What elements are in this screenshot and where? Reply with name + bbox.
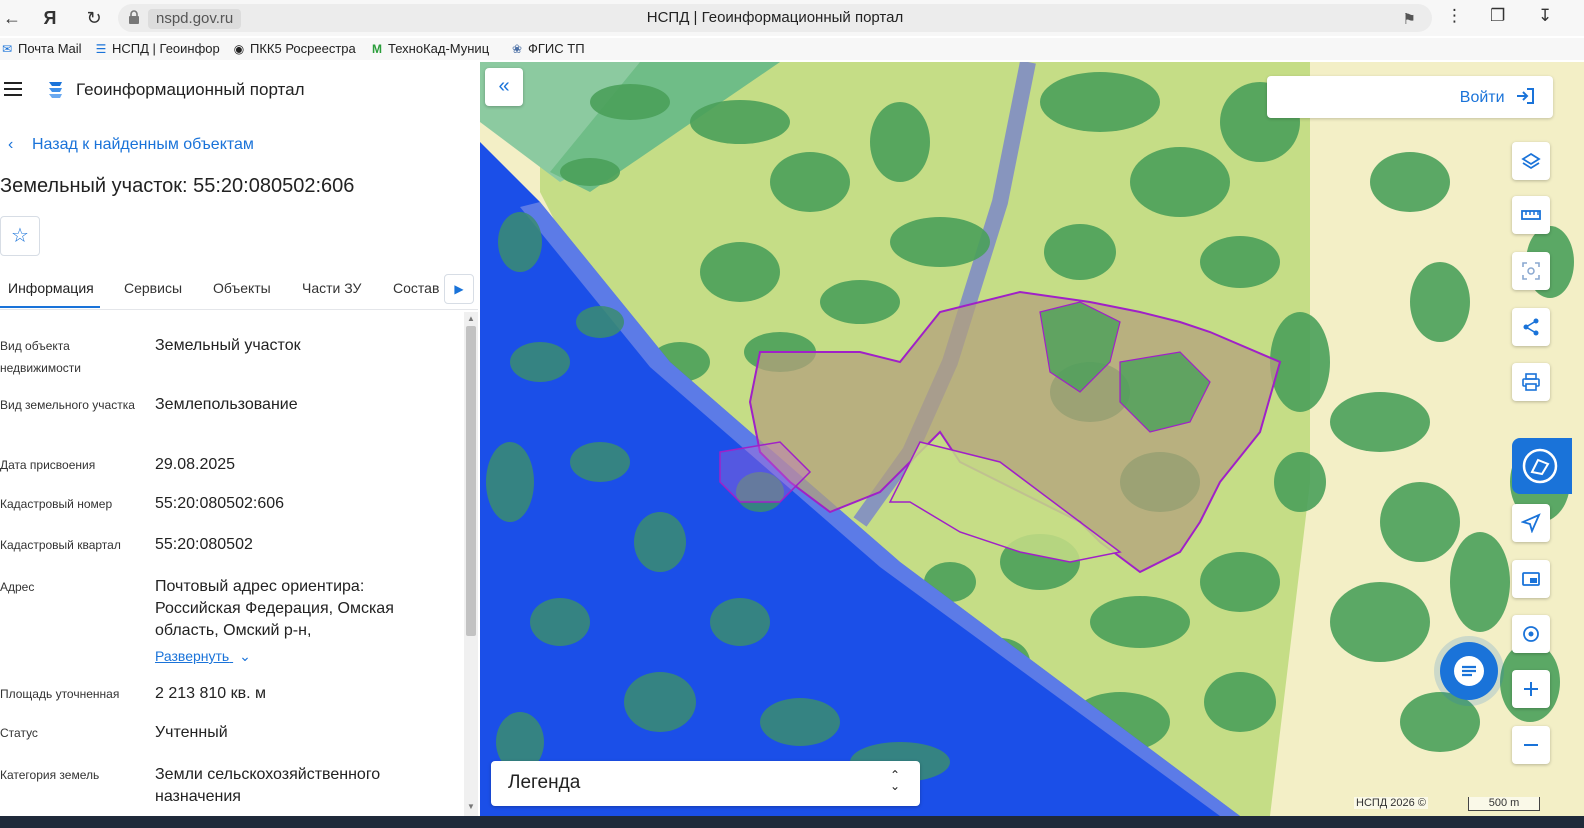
select-area-button[interactable]: [1512, 252, 1550, 290]
chevron-down-icon: ⌄: [239, 648, 251, 664]
expand-address-link[interactable]: Развернуть ⌄: [155, 648, 251, 665]
assistant-button[interactable]: [1512, 438, 1572, 494]
download-icon[interactable]: ↧: [1538, 6, 1552, 26]
zoom-out-button[interactable]: [1512, 726, 1550, 764]
collapse-panel-icon[interactable]: «: [485, 68, 523, 106]
object-info-panel: Геоинформационный портал ‹ Назад к найден…: [0, 62, 480, 816]
attr-value: 2 213 810 кв. м: [155, 685, 267, 702]
locate-icon: [1521, 513, 1541, 533]
tab-information[interactable]: Информация: [8, 280, 94, 296]
attr-value: Почтовый адрес ориентира: Российская Фед…: [155, 578, 394, 639]
info-tabs: Информация Сервисы Объекты Части ЗУ Сост…: [0, 268, 478, 310]
favorite-star-icon[interactable]: ☆: [0, 216, 40, 256]
scroll-down-icon[interactable]: ▼: [466, 802, 476, 812]
attr-label: Кадастровый номер: [0, 497, 113, 511]
mail-icon: ✉: [1, 42, 13, 56]
pin-icon: ◉: [233, 42, 245, 56]
map-view[interactable]: « Войти Легенда ⌃ ⌄ НСПД 2026 © 500 m: [480, 62, 1584, 816]
tab-services[interactable]: Сервисы: [124, 280, 182, 296]
bookmark-item[interactable]: ❀ ФГИС ТП: [510, 41, 600, 56]
address-bar[interactable]: nspd.gov.ru НСПД | Геоинформационный пор…: [118, 4, 1432, 32]
tab-objects[interactable]: Объекты: [213, 280, 271, 296]
print-button[interactable]: [1512, 363, 1550, 401]
nspd-icon: ☰: [95, 42, 107, 56]
bookmark-item[interactable]: ☰ НСПД | Геоинфор: [94, 41, 220, 56]
yandex-icon[interactable]: Я: [38, 6, 62, 30]
back-to-results-link[interactable]: ‹ Назад к найденным объектам: [8, 136, 254, 154]
map-canvas[interactable]: [480, 62, 1584, 816]
map-scale-bar: 500 m: [1468, 797, 1540, 811]
chevron-left-icon: ‹: [8, 136, 14, 153]
scrollbar-thumb[interactable]: [466, 326, 476, 636]
attr-value: Земельный участок: [155, 337, 301, 354]
attribute-list: Вид объекта недвижимости Земельный участ…: [0, 312, 462, 816]
chat-button[interactable]: [1440, 642, 1498, 700]
attr-value: Землепользование: [155, 396, 298, 413]
legend-panel[interactable]: Легенда ⌃ ⌄: [491, 761, 920, 806]
technokad-icon: M: [372, 42, 382, 56]
map-copyright: НСПД 2026 ©: [1354, 797, 1428, 809]
attr-value: Земли сельскохозяйственного назначения: [155, 766, 381, 805]
zoom-in-button[interactable]: [1512, 670, 1550, 708]
object-title: Земельный участок: 55:20:080502:606: [0, 175, 355, 197]
attr-label: Вид объекта недвижимости: [0, 339, 81, 375]
panel-scrollbar[interactable]: ▲ ▼: [464, 312, 478, 816]
navigate-button[interactable]: [1512, 504, 1550, 542]
active-tab-indicator: [0, 306, 100, 308]
geolocation-button[interactable]: [1512, 615, 1550, 653]
more-icon[interactable]: ⋮: [1446, 6, 1463, 26]
tab-composition[interactable]: Состав: [393, 280, 439, 296]
attr-value: Учтенный: [155, 724, 228, 741]
bookmarks-bar: ✉ Почта Mail ☰ НСПД | Геоинфор ◉ ПКК5 Росре…: [0, 38, 1584, 60]
collections-icon[interactable]: ❐: [1490, 6, 1505, 26]
bookmark-icon[interactable]: ⚑: [1403, 10, 1416, 28]
tab-parts[interactable]: Части ЗУ: [302, 280, 361, 296]
menu-icon[interactable]: [4, 82, 22, 96]
browser-toolbar: ← Я ↻ nspd.gov.ru НСПД | Геоинформационн…: [0, 0, 1584, 36]
tabs-next-icon[interactable]: ▶: [444, 274, 474, 304]
share-icon: [1523, 318, 1539, 336]
attr-label: Категория земель: [0, 768, 100, 782]
ruler-icon: [1521, 210, 1541, 220]
minimap-icon: [1522, 572, 1540, 586]
expand-collapse-icon[interactable]: ⌃ ⌄: [890, 769, 900, 792]
layers-button[interactable]: [1512, 142, 1550, 180]
emblem-icon: ❀: [511, 42, 523, 56]
login-button[interactable]: Войти: [1460, 87, 1535, 107]
attr-value: 55:20:080502:606: [155, 495, 285, 512]
reload-icon[interactable]: ↻: [82, 6, 106, 30]
page-title: НСПД | Геоинформационный портал: [646, 9, 904, 26]
zoom-out-icon: [1524, 744, 1538, 746]
portal-title: Геоинформационный портал: [76, 80, 305, 99]
attr-label: Статус: [0, 726, 38, 740]
bookmark-item[interactable]: ◉ ПКК5 Росреестра: [232, 41, 360, 56]
minimap-button[interactable]: [1512, 560, 1550, 598]
back-icon[interactable]: ←: [0, 6, 24, 30]
attr-value: 29.08.2025: [155, 456, 236, 473]
select-area-icon: [1522, 262, 1540, 280]
attr-label: Дата присвоения: [0, 458, 96, 472]
print-icon: [1522, 373, 1540, 391]
legend-title: Легенда: [508, 772, 581, 793]
share-button[interactable]: [1512, 308, 1550, 346]
scroll-up-icon[interactable]: ▲: [466, 314, 476, 324]
attr-label: Вид земельного участка: [0, 398, 135, 412]
attr-label: Адрес: [0, 580, 35, 594]
attr-value: 55:20:080502: [155, 536, 253, 553]
login-box: Войти: [1267, 76, 1553, 118]
bookmark-item[interactable]: ✉ Почта Mail: [0, 41, 86, 56]
os-taskbar: [0, 816, 1584, 828]
measure-button[interactable]: [1512, 196, 1550, 234]
layers-icon: [1521, 152, 1541, 170]
assistant-icon: [1522, 448, 1558, 484]
attr-label: Кадастровый квартал: [0, 538, 121, 552]
login-icon: [1517, 88, 1534, 104]
bookmark-item[interactable]: M ТехноКад-Муниц: [370, 41, 498, 56]
geolocation-icon: [1523, 626, 1539, 642]
portal-logo-icon: [49, 82, 62, 98]
zoom-in-icon: [1524, 682, 1538, 696]
attr-label: Площадь уточненная: [0, 687, 120, 701]
chat-icon: [1454, 656, 1484, 686]
